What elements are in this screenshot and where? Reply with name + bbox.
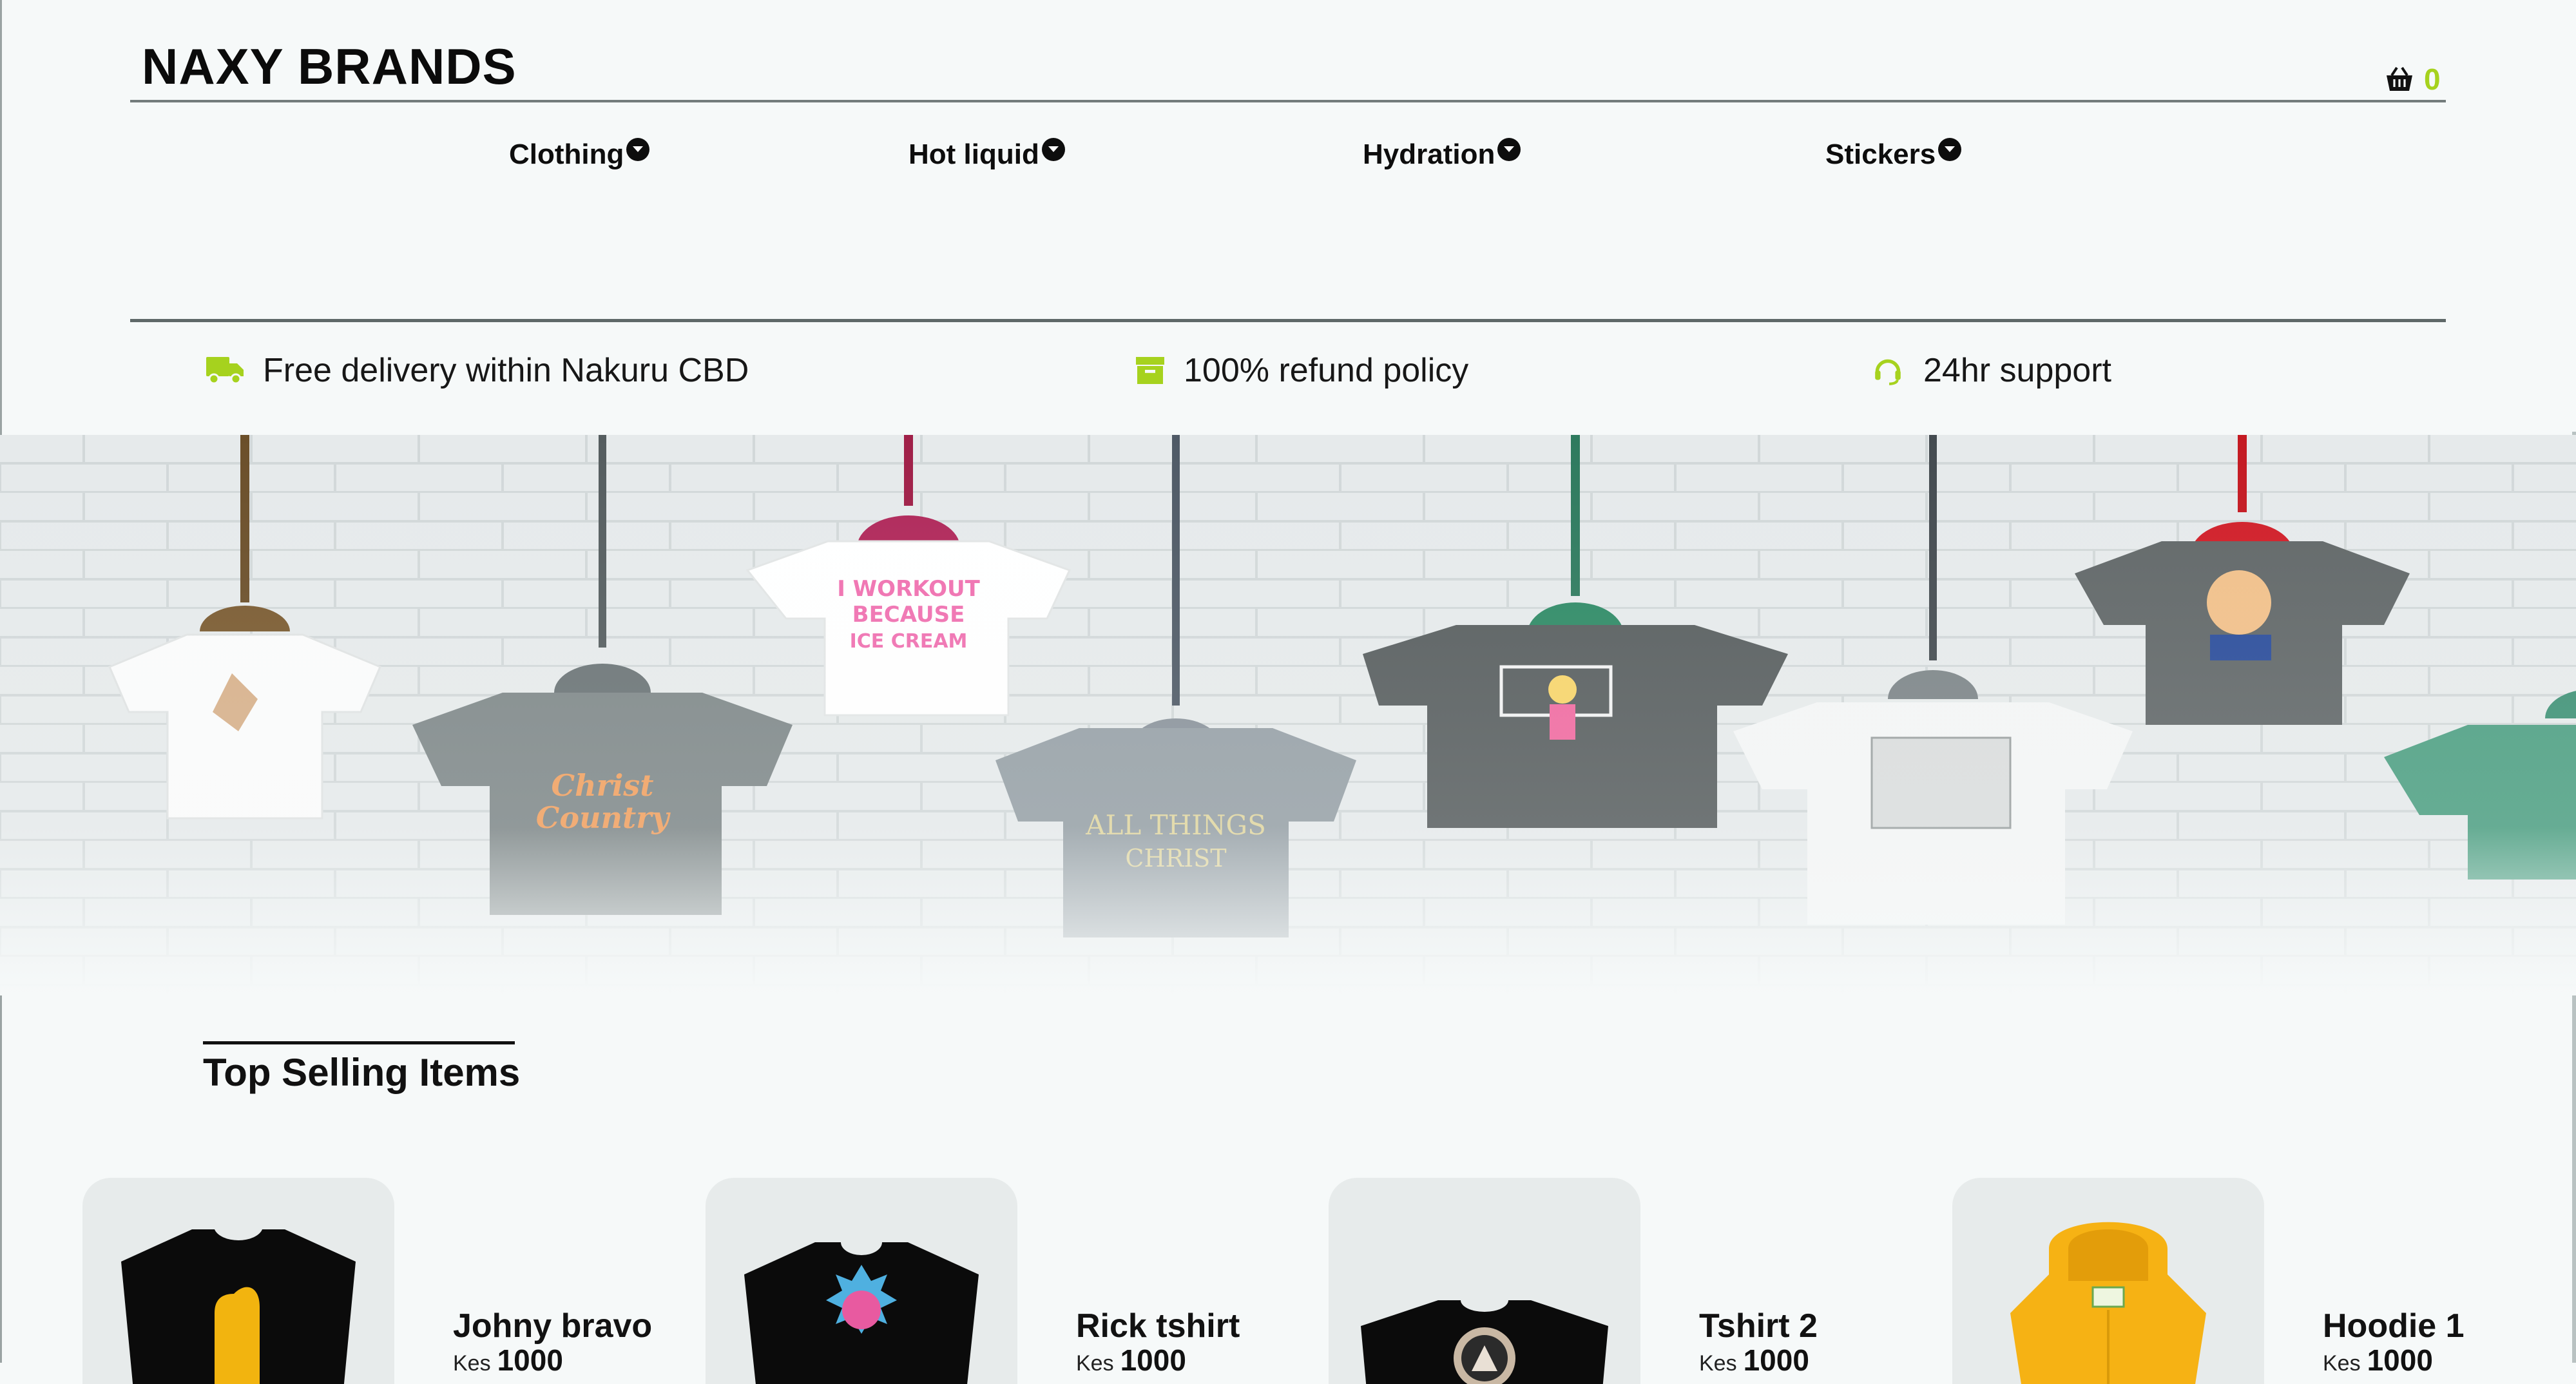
feature-text: Free delivery within Nakuru CBD [263,352,749,389]
chevron-down-icon [1938,138,1962,161]
product-card[interactable]: Johny bravo Kes 1000 [82,1178,652,1384]
price: Kes 1000 [2323,1343,2576,1378]
section-title: Top Selling Items [203,1051,521,1094]
nav-hot-liquid[interactable]: Hot liquid [908,138,1065,171]
truck-icon [206,357,244,384]
feature-support: 24hr support [1872,351,2111,390]
product-card[interactable]: Rick tshirt Kes 1000 [706,1178,1240,1384]
nav-hydration[interactable]: Hydration [1363,138,1521,171]
nav-divider [130,319,2446,322]
headset-icon [1875,359,1901,385]
brand-logo[interactable]: NAXY BRANDS [142,37,517,96]
price: Kes 1000 [453,1343,724,1378]
nav-clothing[interactable]: Clothing [509,138,650,171]
product-card[interactable]: Hoodie 1 Kes 1000 [1952,1178,2465,1384]
product-card[interactable]: Tshirt 2 Kes 1000 [1329,1178,1818,1384]
chevron-down-icon [626,138,650,161]
feature-refund: 100% refund policy [1136,351,1468,390]
product-image[interactable] [706,1178,1017,1384]
nav-label: Hydration [1363,139,1495,170]
nav-stickers[interactable]: Stickers [1825,138,1962,171]
product-info: Hoodie 1 Kes 1000 [2323,1307,2576,1378]
feature-text: 24hr support [1923,352,2111,389]
price: Kes 1000 [1076,1343,1347,1378]
chevron-down-icon [1041,138,1065,161]
price-value: 1000 [1743,1343,1809,1377]
price-value: 1000 [2367,1343,2433,1377]
currency-label: Kes [1076,1351,1114,1376]
price-value: 1000 [497,1343,563,1377]
currency-label: Kes [1699,1351,1737,1376]
header-divider [130,100,2446,102]
product-name[interactable]: Tshirt 2 [1699,1307,1970,1345]
product-name[interactable]: Johny bravo [453,1307,724,1345]
section-underline [203,1041,515,1044]
product-image[interactable] [82,1178,394,1384]
hero-banner: Christ Country I WORKOUT BECAUSE ICE CRE… [0,435,2576,995]
chevron-down-icon [1497,138,1521,161]
product-name[interactable]: Rick tshirt [1076,1307,1347,1345]
product-info: Tshirt 2 Kes 1000 [1699,1307,1970,1378]
currency-label: Kes [2323,1351,2361,1376]
nav-label: Clothing [509,139,624,170]
basket-icon [2387,66,2412,91]
feature-delivery: Free delivery within Nakuru CBD [206,351,749,390]
cart-button[interactable]: 0 [2384,62,2441,97]
product-info: Johny bravo Kes 1000 [453,1307,724,1378]
product-name[interactable]: Hoodie 1 [2323,1307,2576,1345]
product-info: Rick tshirt Kes 1000 [1076,1307,1347,1378]
price: Kes 1000 [1699,1343,1970,1378]
nav-label: Stickers [1825,139,1936,170]
feature-text: 100% refund policy [1184,352,1469,389]
currency-label: Kes [453,1351,491,1376]
price-value: 1000 [1120,1343,1186,1377]
product-image[interactable] [1329,1178,1640,1384]
product-image[interactable] [1952,1178,2264,1384]
cart-count: 0 [2424,62,2441,96]
archive-icon [1136,357,1164,384]
nav-label: Hot liquid [908,139,1039,170]
